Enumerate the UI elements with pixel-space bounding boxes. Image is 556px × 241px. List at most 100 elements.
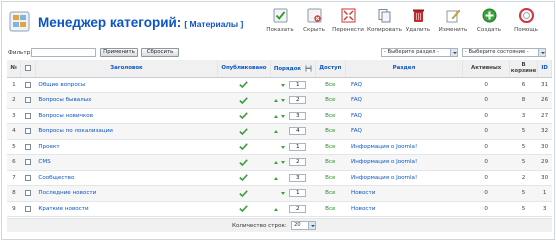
row-checkbox[interactable]: [25, 112, 32, 119]
section-link[interactable]: Новости: [345, 201, 463, 217]
col-order[interactable]: Порядок: [270, 60, 317, 78]
category-title-link[interactable]: Вопросы по локализации: [35, 123, 218, 140]
edit-button[interactable]: Изменить: [436, 8, 470, 40]
published-check-icon[interactable]: [239, 81, 249, 89]
row-checkbox-cell[interactable]: [20, 139, 36, 155]
delete-button[interactable]: Удалить: [401, 8, 435, 40]
col-id[interactable]: ID: [537, 60, 552, 78]
published-cell[interactable]: [217, 77, 271, 93]
section-link[interactable]: Информация о Joomla!: [345, 154, 463, 171]
row-checkbox[interactable]: [25, 205, 32, 212]
help-button[interactable]: Помощь: [509, 8, 543, 40]
order-input[interactable]: 1: [289, 142, 307, 151]
order-input[interactable]: 2: [289, 158, 307, 166]
move-down-icon[interactable]: [281, 114, 286, 118]
section-link[interactable]: FAQ: [345, 92, 463, 109]
row-checkbox-cell[interactable]: [20, 170, 36, 186]
order-input[interactable]: 4: [289, 127, 307, 135]
row-checkbox[interactable]: [25, 174, 32, 181]
access-link[interactable]: Все: [315, 92, 346, 109]
published-cell[interactable]: [217, 154, 271, 171]
row-checkbox[interactable]: [25, 97, 32, 103]
row-checkbox[interactable]: [25, 128, 32, 134]
row-checkbox-cell[interactable]: [20, 77, 36, 93]
published-check-icon[interactable]: [239, 190, 249, 197]
row-checkbox-cell[interactable]: [20, 185, 36, 202]
order-input[interactable]: 1: [289, 189, 307, 197]
reset-filter-button[interactable]: Сбросить: [141, 48, 179, 57]
col-title[interactable]: Заголовок: [35, 60, 219, 78]
section-link[interactable]: Информация о Joomla!: [345, 139, 463, 155]
published-cell[interactable]: [217, 123, 271, 140]
new-button[interactable]: Создать: [472, 8, 506, 40]
col-select-all[interactable]: [20, 60, 36, 78]
row-checkbox[interactable]: [25, 190, 32, 196]
apply-filter-button[interactable]: Применить: [100, 48, 138, 57]
section-link[interactable]: FAQ: [345, 77, 463, 93]
state-select[interactable]: - Выберите состояние -: [462, 48, 546, 57]
published-check-icon[interactable]: [239, 128, 249, 135]
row-checkbox[interactable]: [25, 81, 32, 88]
save-order-icon[interactable]: [305, 65, 312, 72]
row-checkbox-cell[interactable]: [20, 154, 36, 171]
category-title-link[interactable]: Вопросы бывалых: [35, 92, 218, 109]
row-checkbox[interactable]: [25, 143, 32, 150]
move-button[interactable]: Перенести: [331, 8, 365, 40]
move-down-icon[interactable]: [281, 83, 286, 87]
order-input[interactable]: 2: [289, 96, 307, 104]
access-link[interactable]: Все: [315, 139, 346, 155]
order-input[interactable]: 1: [289, 80, 307, 89]
move-up-icon[interactable]: [274, 161, 279, 164]
move-down-icon[interactable]: [281, 99, 286, 102]
access-link[interactable]: Все: [315, 154, 346, 171]
move-up-icon[interactable]: [274, 114, 279, 118]
access-link[interactable]: Все: [315, 170, 346, 186]
published-cell[interactable]: [217, 108, 271, 124]
publish-button[interactable]: Показать: [263, 8, 297, 40]
published-cell[interactable]: [217, 92, 271, 109]
access-link[interactable]: Все: [315, 185, 346, 202]
move-up-icon[interactable]: [274, 99, 279, 102]
move-up-icon[interactable]: [274, 176, 279, 180]
filter-input[interactable]: [31, 48, 96, 57]
published-cell[interactable]: [217, 185, 271, 202]
row-checkbox-cell[interactable]: [20, 201, 36, 217]
access-link[interactable]: Все: [315, 123, 346, 140]
published-check-icon[interactable]: [239, 174, 249, 182]
move-down-icon[interactable]: [281, 161, 286, 164]
category-title-link[interactable]: CMS: [35, 154, 218, 171]
published-cell[interactable]: [217, 201, 271, 217]
published-check-icon[interactable]: [239, 143, 249, 151]
category-title-link[interactable]: Краткие новости: [35, 201, 218, 217]
move-up-icon[interactable]: [274, 130, 279, 133]
row-checkbox-cell[interactable]: [20, 92, 36, 109]
category-title-link[interactable]: Вопросы новичков: [35, 108, 218, 124]
move-down-icon[interactable]: [281, 145, 286, 149]
section-link[interactable]: FAQ: [345, 108, 463, 124]
published-check-icon[interactable]: [239, 205, 249, 213]
category-title-link[interactable]: Общие вопросы: [35, 77, 218, 93]
col-access[interactable]: Доступ: [315, 60, 346, 78]
access-link[interactable]: Все: [315, 201, 346, 217]
category-title-link[interactable]: Последние новости: [35, 185, 218, 202]
section-link[interactable]: FAQ: [345, 123, 463, 140]
section-link[interactable]: Информация о Joomla!: [345, 170, 463, 186]
category-title-link[interactable]: Сообщество: [35, 170, 218, 186]
published-check-icon[interactable]: [239, 97, 249, 104]
move-down-icon[interactable]: [281, 192, 286, 195]
order-input[interactable]: 2: [289, 204, 307, 213]
rows-per-page-select[interactable]: 20: [291, 221, 316, 230]
unpublish-button[interactable]: Скрыть: [297, 8, 331, 40]
copy-button[interactable]: Копировать: [367, 8, 402, 40]
published-cell[interactable]: [217, 170, 271, 186]
move-up-icon[interactable]: [274, 207, 279, 211]
col-section[interactable]: Раздел: [345, 60, 464, 78]
select-all-checkbox[interactable]: [25, 65, 32, 71]
section-select[interactable]: - Выберите раздел -: [381, 48, 458, 57]
section-link[interactable]: Новости: [345, 185, 463, 202]
access-link[interactable]: Все: [315, 77, 346, 93]
access-link[interactable]: Все: [315, 108, 346, 124]
published-cell[interactable]: [217, 139, 271, 155]
row-checkbox[interactable]: [25, 159, 32, 165]
category-title-link[interactable]: Проект: [35, 139, 218, 155]
